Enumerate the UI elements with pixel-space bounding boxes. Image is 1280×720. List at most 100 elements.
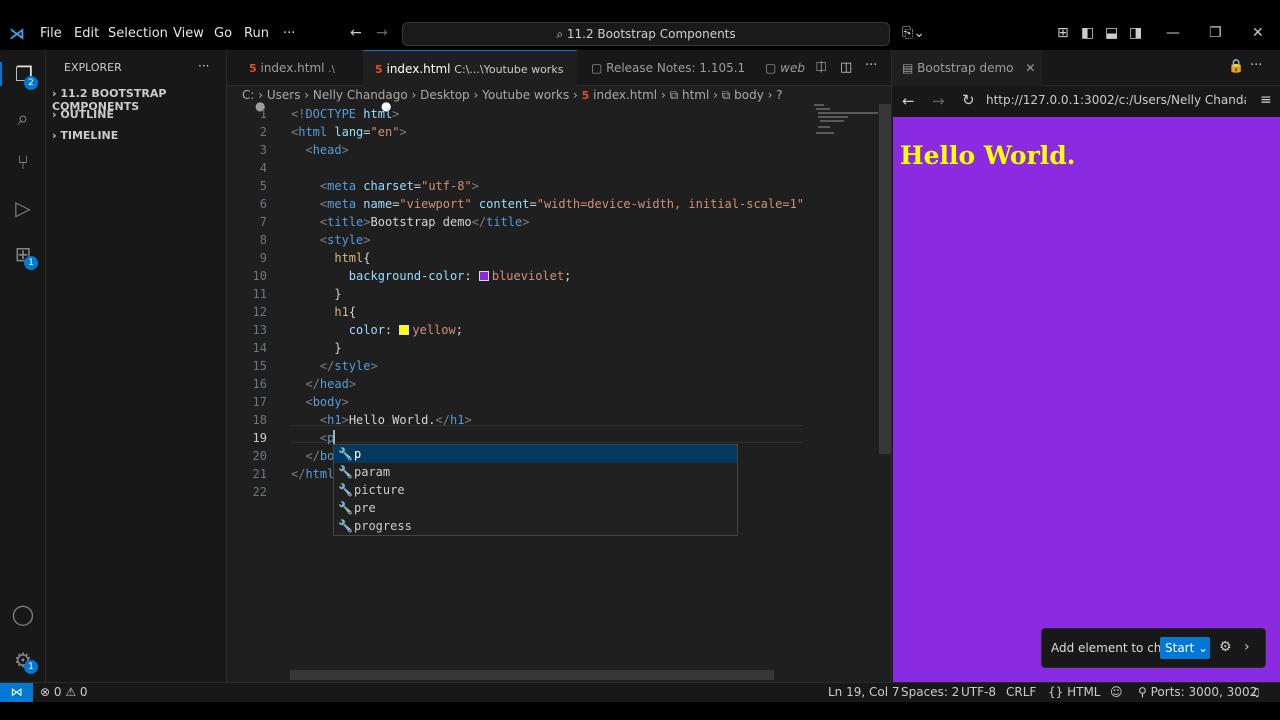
account-icon[interactable]: ◯	[0, 602, 46, 626]
code-line[interactable]: 14 }	[227, 339, 807, 357]
menu-view[interactable]: View	[173, 26, 204, 41]
tab-index-html-2[interactable]: 5 index.html C:\...\Youtube works ●	[363, 50, 577, 113]
settings-badge: 1	[24, 660, 38, 674]
remote-icon[interactable]: ⋈	[0, 683, 33, 703]
code-text: <h1>Hello World.</h1>	[319, 413, 472, 427]
code-line[interactable]: 7 <title>Bootstrap demo</title>	[227, 213, 807, 231]
hamburger-menu-icon[interactable]: ≡	[1260, 92, 1272, 108]
settings-gear-icon[interactable]: ⚙	[0, 648, 46, 672]
open-preview-icon[interactable]: ⎅	[816, 60, 826, 75]
toggle-sidebar-icon[interactable]: ◧	[1081, 25, 1094, 41]
menu-go[interactable]: Go	[214, 26, 232, 41]
menu-run[interactable]: Run	[244, 26, 269, 41]
code-text: <head>	[305, 143, 349, 157]
copilot-icon[interactable]: ⎘⌄	[902, 25, 925, 41]
code-line[interactable]: 13 color: yellow;	[227, 321, 807, 339]
tab-release-notes[interactable]: ▢ Release Notes: 1.105.1	[577, 50, 747, 86]
code-line[interactable]: 5 <meta charset="utf-8">	[227, 177, 807, 195]
braces-icon: {}	[1048, 685, 1068, 699]
line-number: 19	[252, 431, 267, 445]
code-line[interactable]: 8 <style>	[227, 231, 807, 249]
code-line[interactable]: 18 <h1>Hello World.</h1>	[227, 411, 807, 429]
nav-back-icon[interactable]: ←	[350, 25, 362, 41]
code-line[interactable]: 11 }	[227, 285, 807, 303]
notifications-icon[interactable]: ♫	[1250, 683, 1261, 702]
menu-more[interactable]: ···	[283, 26, 295, 41]
code-line[interactable]: 12 h1{	[227, 303, 807, 321]
lock-icon[interactable]: 🔒	[1228, 59, 1244, 74]
customize-layout-icon[interactable]: ⊞	[1057, 25, 1069, 41]
editor-more-icon[interactable]: ···	[865, 58, 877, 73]
browser-forward-icon[interactable]: →	[932, 92, 945, 110]
code-text: <html lang="en">	[291, 125, 407, 139]
browser-more-icon[interactable]: ···	[1250, 58, 1262, 73]
tab-bootstrap-demo[interactable]: ▤ Bootstrap demo ✕	[892, 50, 1042, 86]
extensions-icon[interactable]: ⊞	[0, 242, 46, 266]
code-line[interactable]: 2 <html lang="en">	[227, 123, 807, 141]
explorer-icon[interactable]: ❐	[0, 62, 46, 86]
code-line[interactable]: 10 background-color: blueviolet;	[227, 267, 807, 285]
wrench-icon: 🔧	[338, 465, 353, 479]
suggestion-item[interactable]: 🔧p	[334, 445, 737, 463]
code-line[interactable]: 17 <body>	[227, 393, 807, 411]
toggle-panel-icon[interactable]: ⬓	[1105, 25, 1118, 41]
vertical-scrollbar[interactable]	[879, 104, 891, 454]
browser-back-icon[interactable]: ←	[902, 92, 915, 110]
suggestion-item[interactable]: 🔧picture	[334, 481, 737, 499]
menu-edit[interactable]: Edit	[74, 26, 99, 41]
code-line[interactable]: 9 html{	[227, 249, 807, 267]
command-center[interactable]: ⌕ 11.2 Bootstrap Components	[402, 22, 890, 46]
suggestion-item[interactable]: 🔧pre	[334, 499, 737, 517]
section-timeline[interactable]: › TIMELINE	[52, 129, 118, 142]
reload-icon[interactable]: ↻	[962, 91, 975, 109]
restore-icon[interactable]: ❐	[1209, 25, 1222, 41]
suggestion-item[interactable]: 🔧progress	[334, 517, 737, 535]
problems-indicator[interactable]: ⊗ 0 ⚠ 0	[40, 683, 88, 702]
url-input[interactable]: http://127.0.0.1:3002/c:/Users/Nelly Cha…	[986, 93, 1246, 107]
menu-file[interactable]: File	[40, 26, 62, 41]
encoding[interactable]: UTF-8	[961, 683, 996, 702]
browser-tab-icon: ▤	[902, 61, 918, 75]
cursor-position[interactable]: Ln 19, Col 7	[828, 683, 900, 702]
ports-indicator[interactable]: ⚲ Ports: 3000, 3002	[1138, 683, 1257, 702]
explorer-more-button[interactable]: ···	[198, 59, 209, 73]
ports-icon: ⚲	[1138, 685, 1151, 699]
split-editor-icon[interactable]: ◫	[840, 60, 852, 75]
horizontal-scrollbar[interactable]	[290, 670, 774, 680]
code-line[interactable]: 1 <!DOCTYPE html>	[227, 105, 807, 123]
code-text: </html	[291, 467, 335, 481]
toggle-secondary-sidebar-icon[interactable]: ◨	[1129, 25, 1142, 41]
minimize-icon[interactable]: —	[1166, 25, 1180, 41]
chevron-right-icon[interactable]: ›	[1244, 639, 1250, 655]
gear-icon[interactable]: ⚙	[1219, 639, 1232, 655]
code-editor[interactable]: 1 <!DOCTYPE html> 2 <html lang="en"> 3 <head…	[227, 104, 807, 670]
bottom-margin	[0, 702, 1280, 720]
code-line[interactable]: 3 <head>	[227, 141, 807, 159]
close-window-icon[interactable]: ✕	[1252, 25, 1264, 41]
html5-icon: 5	[581, 89, 590, 102]
source-control-icon[interactable]: ⑂	[0, 150, 46, 174]
line-number: 21	[252, 467, 267, 481]
search-icon[interactable]: ⌕	[0, 106, 46, 130]
language-mode[interactable]: {} HTML	[1048, 683, 1101, 702]
line-number: 22	[252, 485, 267, 499]
code-line[interactable]: 16 </head>	[227, 375, 807, 393]
suggestion-item[interactable]: 🔧param	[334, 463, 737, 481]
copilot-status-icon[interactable]: ☺	[1110, 683, 1123, 702]
code-line[interactable]: 6 <meta name="viewport" content="width=d…	[227, 195, 807, 213]
indentation[interactable]: Spaces: 2	[901, 683, 959, 702]
code-text: </head>	[305, 377, 357, 391]
tab-web[interactable]: ▢ web	[755, 50, 815, 86]
line-ending[interactable]: CRLF	[1006, 683, 1036, 702]
code-line[interactable]: 4	[227, 159, 807, 177]
section-outline[interactable]: › OUTLINE	[52, 108, 114, 121]
run-debug-icon[interactable]: ▷	[0, 196, 46, 220]
minimap[interactable]	[812, 104, 882, 144]
code-line[interactable]: 15 </style>	[227, 357, 807, 375]
menu-selection[interactable]: Selection	[108, 26, 168, 41]
nav-forward-icon[interactable]: →	[376, 25, 388, 41]
close-tab-icon[interactable]: ✕	[1025, 61, 1035, 75]
start-button[interactable]: Start ⌄	[1160, 637, 1210, 659]
tab-index-html-1[interactable]: 5 index.html .\ ●	[227, 50, 355, 113]
code-text: h1{	[334, 305, 357, 319]
